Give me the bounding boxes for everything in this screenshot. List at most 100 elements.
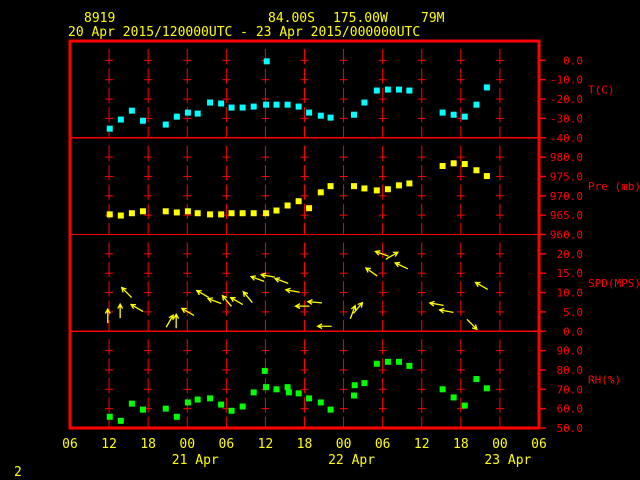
wind-arrow <box>206 297 222 305</box>
temperature-point <box>194 110 201 117</box>
humidity-point <box>473 376 480 383</box>
pressure-point <box>250 210 257 217</box>
x-tick-label: 00 <box>179 437 195 452</box>
pressure-point <box>184 208 191 215</box>
pressure-point <box>306 205 313 212</box>
temperature-point <box>439 109 446 116</box>
wind-arrow <box>428 300 444 307</box>
y-tick-label: 960.0 <box>550 229 583 242</box>
wind-arrow <box>249 275 265 283</box>
temperature-point <box>373 87 380 94</box>
wind-arrow <box>284 287 300 294</box>
page-number: 2 <box>14 465 22 480</box>
humidity-point <box>263 384 270 391</box>
pressure-point <box>106 211 113 218</box>
temperature-point <box>273 101 280 108</box>
pressure-point <box>207 211 214 218</box>
temperature-point <box>295 103 302 110</box>
y-tick-label: 50.0 <box>557 422 584 435</box>
pressure-point <box>373 187 380 194</box>
humidity-point <box>194 396 201 403</box>
humidity-point <box>406 362 413 369</box>
y-tick-label: 10.0 <box>557 287 584 300</box>
temperature-point <box>406 87 413 94</box>
humidity-point <box>450 394 457 401</box>
x-tick-label: 06 <box>531 437 547 452</box>
pressure-point <box>395 182 402 189</box>
humidity-point <box>351 382 358 389</box>
pressure-point <box>239 210 246 217</box>
y-tick-label: -30.0 <box>550 112 583 125</box>
temperature-point <box>239 104 246 111</box>
y-tick-label: -20.0 <box>550 93 583 106</box>
humidity-point <box>117 417 124 424</box>
data-marks <box>104 58 490 424</box>
y-tick-label: 5.0 <box>563 306 583 319</box>
y-tick-label: 20.0 <box>557 248 584 261</box>
x-tick-label: 06 <box>375 437 391 452</box>
x-tick-label: 06 <box>62 437 78 452</box>
y-tick-label: 965.0 <box>550 209 583 222</box>
humidity-point <box>173 413 180 420</box>
humidity-point <box>327 406 334 413</box>
temperature-point <box>218 100 225 107</box>
wind-arrow <box>393 261 409 270</box>
humidity-point <box>184 399 191 406</box>
y-tick-label: 0.0 <box>563 325 583 338</box>
temperature-point <box>128 107 135 114</box>
humidity-point <box>218 401 225 408</box>
temperature-point <box>162 121 169 128</box>
humidity-point <box>139 406 146 413</box>
temperature-point <box>351 111 358 118</box>
pressure-point <box>351 183 358 190</box>
humidity-point <box>228 407 235 414</box>
y-tick-label: 15.0 <box>557 267 584 280</box>
wind-arrow <box>180 307 195 316</box>
pressure-point <box>473 167 480 174</box>
humidity-point <box>395 358 402 365</box>
x-date-label: 22 Apr <box>328 453 375 468</box>
time-period: 20 Apr 2015/120000UTC - 23 Apr 2015/0000… <box>68 25 420 40</box>
humidity-point <box>261 367 268 374</box>
x-tick-label: 18 <box>140 437 156 452</box>
pressure-point <box>461 161 468 168</box>
x-date-label: 21 Apr <box>172 453 219 468</box>
humidity-point <box>128 400 135 407</box>
y-tick-label: 0.0 <box>563 54 583 67</box>
temperature-point <box>228 104 235 111</box>
y-tick-label: -10.0 <box>550 74 583 87</box>
humidity-point <box>284 384 291 391</box>
temperature-point <box>263 101 270 108</box>
pressure-point <box>450 160 457 167</box>
humidity-point <box>207 395 214 402</box>
temperature-point <box>263 58 270 65</box>
wind-arrow <box>120 286 133 298</box>
temperature-point <box>450 111 457 118</box>
temperature-point <box>395 86 402 93</box>
humidity-point <box>461 402 468 409</box>
pressure-point <box>162 208 169 215</box>
wind-arrow <box>273 277 289 284</box>
station-lat: 84.00S <box>268 11 315 26</box>
wind-arrow <box>294 303 310 310</box>
temperature-point <box>106 125 113 132</box>
pressure-point <box>317 189 324 196</box>
pressure-point <box>218 211 225 218</box>
wind-arrow <box>195 289 210 299</box>
y-tick-label: 980.0 <box>550 151 583 164</box>
wind-axis-label: SPD(MPS) <box>588 277 640 290</box>
temperature-point <box>139 117 146 124</box>
humidity-point <box>285 389 292 396</box>
pressure-point <box>384 186 391 193</box>
humidity-point <box>351 392 358 399</box>
wind-arrow <box>173 312 180 329</box>
humidity-point <box>384 358 391 365</box>
humidity-point <box>373 360 380 367</box>
x-tick-label: 18 <box>453 437 469 452</box>
wind-arrow <box>364 267 378 277</box>
x-tick-label: 00 <box>336 437 352 452</box>
pressure-point <box>406 180 413 187</box>
grid <box>70 49 539 428</box>
humidity-point <box>162 405 169 412</box>
y-tick-label: 70.0 <box>557 383 584 396</box>
